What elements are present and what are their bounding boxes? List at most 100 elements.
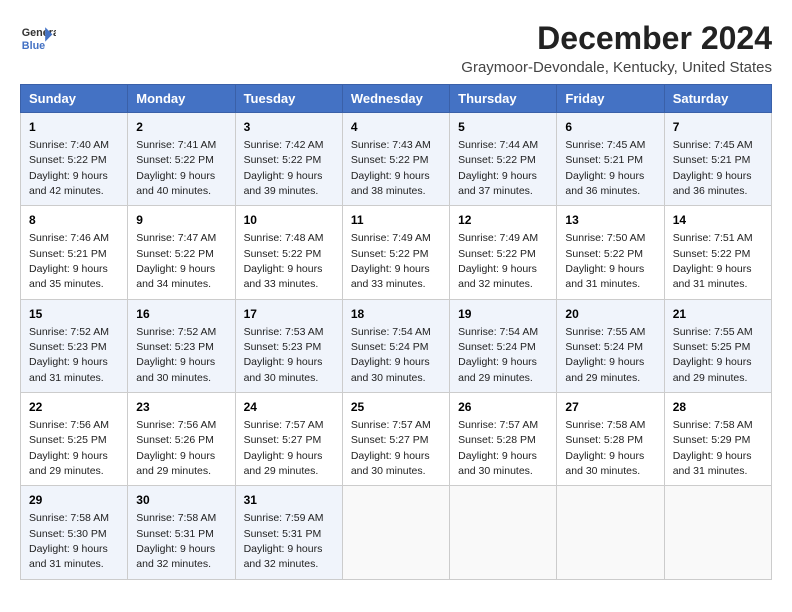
day-info: Sunrise: 7:58 AMSunset: 5:31 PMDaylight:… — [136, 512, 216, 570]
calendar-cell: 29Sunrise: 7:58 AMSunset: 5:30 PMDayligh… — [21, 486, 128, 579]
calendar-cell — [557, 486, 664, 579]
day-info: Sunrise: 7:48 AMSunset: 5:22 PMDaylight:… — [244, 232, 324, 290]
day-number: 5 — [458, 119, 548, 136]
day-info: Sunrise: 7:54 AMSunset: 5:24 PMDaylight:… — [351, 326, 431, 384]
day-info: Sunrise: 7:52 AMSunset: 5:23 PMDaylight:… — [136, 326, 216, 384]
day-info: Sunrise: 7:55 AMSunset: 5:24 PMDaylight:… — [565, 326, 645, 384]
day-info: Sunrise: 7:51 AMSunset: 5:22 PMDaylight:… — [673, 232, 753, 290]
day-number: 6 — [565, 119, 655, 136]
calendar-cell: 19 Sunrise: 7:54 AMSunset: 5:24 PMDayligh… — [450, 299, 557, 392]
calendar-cell: 28Sunrise: 7:58 AMSunset: 5:29 PMDayligh… — [664, 393, 771, 486]
day-number: 9 — [136, 212, 226, 229]
calendar-cell: 8Sunrise: 7:46 AMSunset: 5:21 PMDaylight… — [21, 206, 128, 299]
day-number: 31 — [244, 492, 334, 509]
column-header-sunday: Sunday — [21, 85, 128, 113]
week-row-5: 29Sunrise: 7:58 AMSunset: 5:30 PMDayligh… — [21, 486, 772, 579]
day-number: 26 — [458, 399, 548, 416]
day-info: Sunrise: 7:45 AMSunset: 5:21 PMDaylight:… — [565, 139, 645, 197]
calendar-cell: 1 Sunrise: 7:40 AMSunset: 5:22 PMDaylight… — [21, 113, 128, 206]
day-number: 2 — [136, 119, 226, 136]
calendar-header: SundayMondayTuesdayWednesdayThursdayFrid… — [21, 85, 772, 113]
column-header-monday: Monday — [128, 85, 235, 113]
page-header: General Blue December 2024 Graymoor-Devo… — [20, 20, 772, 76]
day-number: 16 — [136, 306, 226, 323]
week-row-4: 22 Sunrise: 7:56 AMSunset: 5:25 PMDayligh… — [21, 393, 772, 486]
calendar-cell: 10 Sunrise: 7:48 AMSunset: 5:22 PMDayligh… — [235, 206, 342, 299]
day-info: Sunrise: 7:58 AMSunset: 5:28 PMDaylight:… — [565, 419, 645, 477]
day-number: 13 — [565, 212, 655, 229]
logo: General Blue — [20, 20, 56, 56]
day-number: 27 — [565, 399, 655, 416]
day-number: 11 — [351, 212, 441, 229]
day-info: Sunrise: 7:56 AMSunset: 5:25 PMDaylight:… — [29, 419, 109, 477]
calendar-cell: 7 Sunrise: 7:45 AMSunset: 5:21 PMDaylight… — [664, 113, 771, 206]
day-number: 14 — [673, 212, 763, 229]
calendar-table: SundayMondayTuesdayWednesdayThursdayFrid… — [20, 84, 772, 580]
calendar-cell: 27 Sunrise: 7:58 AMSunset: 5:28 PMDayligh… — [557, 393, 664, 486]
day-number: 8 — [29, 212, 119, 229]
column-header-saturday: Saturday — [664, 85, 771, 113]
header-row: SundayMondayTuesdayWednesdayThursdayFrid… — [21, 85, 772, 113]
calendar-cell: 11Sunrise: 7:49 AMSunset: 5:22 PMDayligh… — [342, 206, 449, 299]
day-number: 7 — [673, 119, 763, 136]
day-number: 3 — [244, 119, 334, 136]
day-number: 24 — [244, 399, 334, 416]
day-number: 19 — [458, 306, 548, 323]
calendar-cell: 25 Sunrise: 7:57 AMSunset: 5:27 PMDayligh… — [342, 393, 449, 486]
calendar-cell: 24 Sunrise: 7:57 AMSunset: 5:27 PMDayligh… — [235, 393, 342, 486]
day-number: 4 — [351, 119, 441, 136]
day-number: 22 — [29, 399, 119, 416]
day-number: 28 — [673, 399, 763, 416]
day-number: 23 — [136, 399, 226, 416]
calendar-cell — [450, 486, 557, 579]
day-number: 25 — [351, 399, 441, 416]
calendar-cell: 14 Sunrise: 7:51 AMSunset: 5:22 PMDayligh… — [664, 206, 771, 299]
calendar-cell: 3 Sunrise: 7:42 AMSunset: 5:22 PMDaylight… — [235, 113, 342, 206]
calendar-cell: 30Sunrise: 7:58 AMSunset: 5:31 PMDayligh… — [128, 486, 235, 579]
day-number: 1 — [29, 119, 119, 136]
day-info: Sunrise: 7:57 AMSunset: 5:28 PMDaylight:… — [458, 419, 538, 477]
calendar-cell — [664, 486, 771, 579]
day-info: Sunrise: 7:44 AMSunset: 5:22 PMDaylight:… — [458, 139, 538, 197]
day-info: Sunrise: 7:45 AMSunset: 5:21 PMDaylight:… — [673, 139, 753, 197]
day-info: Sunrise: 7:50 AMSunset: 5:22 PMDaylight:… — [565, 232, 645, 290]
day-info: Sunrise: 7:49 AMSunset: 5:22 PMDaylight:… — [458, 232, 538, 290]
day-info: Sunrise: 7:59 AMSunset: 5:31 PMDaylight:… — [244, 512, 324, 570]
day-number: 17 — [244, 306, 334, 323]
day-info: Sunrise: 7:53 AMSunset: 5:23 PMDaylight:… — [244, 326, 324, 384]
day-info: Sunrise: 7:42 AMSunset: 5:22 PMDaylight:… — [244, 139, 324, 197]
page-title: December 2024 — [461, 20, 772, 57]
day-number: 15 — [29, 306, 119, 323]
day-info: Sunrise: 7:57 AMSunset: 5:27 PMDaylight:… — [351, 419, 431, 477]
day-info: Sunrise: 7:54 AMSunset: 5:24 PMDaylight:… — [458, 326, 538, 384]
day-info: Sunrise: 7:55 AMSunset: 5:25 PMDaylight:… — [673, 326, 753, 384]
column-header-friday: Friday — [557, 85, 664, 113]
calendar-cell: 9 Sunrise: 7:47 AMSunset: 5:22 PMDaylight… — [128, 206, 235, 299]
day-info: Sunrise: 7:57 AMSunset: 5:27 PMDaylight:… — [244, 419, 324, 477]
day-info: Sunrise: 7:47 AMSunset: 5:22 PMDaylight:… — [136, 232, 216, 290]
day-info: Sunrise: 7:52 AMSunset: 5:23 PMDaylight:… — [29, 326, 109, 384]
calendar-cell: 20Sunrise: 7:55 AMSunset: 5:24 PMDayligh… — [557, 299, 664, 392]
week-row-3: 15 Sunrise: 7:52 AMSunset: 5:23 PMDayligh… — [21, 299, 772, 392]
calendar-cell: 4Sunrise: 7:43 AMSunset: 5:22 PMDaylight… — [342, 113, 449, 206]
calendar-cell: 2Sunrise: 7:41 AMSunset: 5:22 PMDaylight… — [128, 113, 235, 206]
calendar-cell: 23Sunrise: 7:56 AMSunset: 5:26 PMDayligh… — [128, 393, 235, 486]
column-header-tuesday: Tuesday — [235, 85, 342, 113]
title-area: December 2024 Graymoor-Devondale, Kentuc… — [461, 20, 772, 76]
day-number: 12 — [458, 212, 548, 229]
calendar-cell: 13 Sunrise: 7:50 AMSunset: 5:22 PMDayligh… — [557, 206, 664, 299]
calendar-cell: 6 Sunrise: 7:45 AMSunset: 5:21 PMDaylight… — [557, 113, 664, 206]
day-number: 18 — [351, 306, 441, 323]
column-header-thursday: Thursday — [450, 85, 557, 113]
calendar-cell: 26 Sunrise: 7:57 AMSunset: 5:28 PMDayligh… — [450, 393, 557, 486]
calendar-cell: 12 Sunrise: 7:49 AMSunset: 5:22 PMDayligh… — [450, 206, 557, 299]
svg-text:Blue: Blue — [22, 40, 45, 52]
week-row-1: 1 Sunrise: 7:40 AMSunset: 5:22 PMDaylight… — [21, 113, 772, 206]
day-number: 10 — [244, 212, 334, 229]
calendar-cell: 17 Sunrise: 7:53 AMSunset: 5:23 PMDayligh… — [235, 299, 342, 392]
calendar-cell: 16 Sunrise: 7:52 AMSunset: 5:23 PMDayligh… — [128, 299, 235, 392]
calendar-cell: 18 Sunrise: 7:54 AMSunset: 5:24 PMDayligh… — [342, 299, 449, 392]
calendar-cell: 5 Sunrise: 7:44 AMSunset: 5:22 PMDaylight… — [450, 113, 557, 206]
day-info: Sunrise: 7:40 AMSunset: 5:22 PMDaylight:… — [29, 139, 109, 197]
calendar-cell — [342, 486, 449, 579]
